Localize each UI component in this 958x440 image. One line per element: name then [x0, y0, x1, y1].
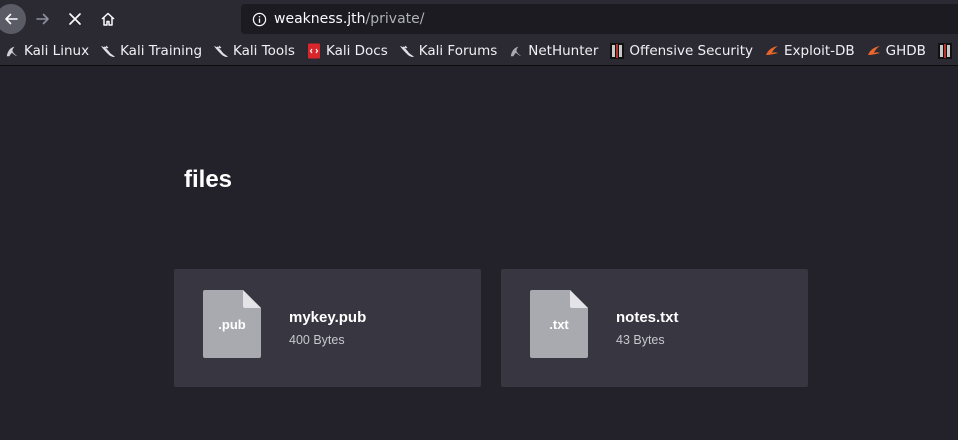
- url-text[interactable]: weakness.jth/private/: [274, 11, 424, 27]
- nethunter-icon: [508, 43, 524, 59]
- offsec-icon: [937, 43, 953, 59]
- file-icon: .pub: [203, 290, 261, 358]
- url-host: weakness.jth: [274, 11, 366, 27]
- info-icon[interactable]: [251, 11, 267, 27]
- kali-dragon-icon: [213, 43, 229, 59]
- file-name[interactable]: mykey.pub: [289, 309, 366, 326]
- bookmark-kali-linux[interactable]: Kali Linux: [4, 43, 89, 59]
- file-card-notes-txt[interactable]: .txt notes.txt 43 Bytes: [501, 269, 808, 387]
- bookmark-nethunter[interactable]: NetHunter: [508, 43, 598, 59]
- offsec-icon: [609, 43, 625, 59]
- bookmark-kali-tools[interactable]: Kali Tools: [213, 43, 295, 59]
- kali-dragon-icon: [399, 43, 415, 59]
- browser-toolbar: weakness.jth/private/ Kali Linux Kali Tr…: [0, 0, 958, 66]
- file-card-mykey-pub[interactable]: .pub mykey.pub 400 Bytes: [174, 269, 481, 387]
- bookmark-overflow[interactable]: [937, 43, 957, 59]
- stop-button[interactable]: [60, 4, 90, 34]
- kali-docs-icon: [306, 43, 322, 59]
- file-extension: .txt: [549, 317, 569, 332]
- bookmark-label: Kali Forums: [418, 43, 498, 59]
- file-name[interactable]: notes.txt: [616, 309, 679, 326]
- exploit-db-icon: [764, 43, 780, 59]
- bookmarks-toolbar: Kali Linux Kali Training Kali Tools Kali…: [0, 38, 958, 64]
- ghdb-icon: [866, 43, 882, 59]
- back-arrow-icon: [5, 13, 18, 25]
- kali-dragon-icon: [4, 43, 20, 59]
- kali-dragon-icon: [100, 43, 116, 59]
- url-path: /private/: [365, 11, 425, 27]
- bookmark-offensive-security[interactable]: Offensive Security: [609, 43, 753, 59]
- bookmark-label: NetHunter: [528, 43, 599, 59]
- page-title: files: [184, 166, 233, 193]
- bookmark-exploit-db[interactable]: Exploit-DB: [764, 43, 855, 59]
- bookmark-label: Kali Linux: [24, 43, 90, 59]
- file-icon: .txt: [530, 290, 588, 358]
- file-extension: .pub: [218, 317, 246, 332]
- bookmark-label: GHDB: [885, 43, 926, 59]
- bookmark-label: Kali Training: [120, 43, 203, 59]
- forward-arrow-icon: [36, 13, 49, 25]
- url-bar[interactable]: weakness.jth/private/: [241, 4, 958, 34]
- file-size: 400 Bytes: [289, 333, 345, 347]
- file-size: 43 Bytes: [616, 333, 665, 347]
- bookmark-label: Kali Docs: [325, 43, 388, 59]
- bookmark-kali-training[interactable]: Kali Training: [100, 43, 202, 59]
- bookmark-kali-forums[interactable]: Kali Forums: [399, 43, 498, 59]
- home-button[interactable]: [93, 4, 123, 34]
- bookmark-ghdb[interactable]: GHDB: [866, 43, 926, 59]
- bookmark-kali-docs[interactable]: Kali Docs: [306, 43, 388, 59]
- bookmark-label: Kali Tools: [233, 43, 295, 59]
- stop-icon: [69, 13, 81, 25]
- home-icon: [101, 12, 115, 26]
- back-button[interactable]: [0, 4, 26, 34]
- page-content: files .pub mykey.pub 400 Bytes .txt note…: [0, 66, 958, 440]
- navigation-bar: weakness.jth/private/: [0, 0, 958, 38]
- bookmark-label: Exploit-DB: [784, 43, 855, 59]
- forward-button[interactable]: [28, 4, 58, 34]
- bookmark-label: Offensive Security: [629, 43, 753, 59]
